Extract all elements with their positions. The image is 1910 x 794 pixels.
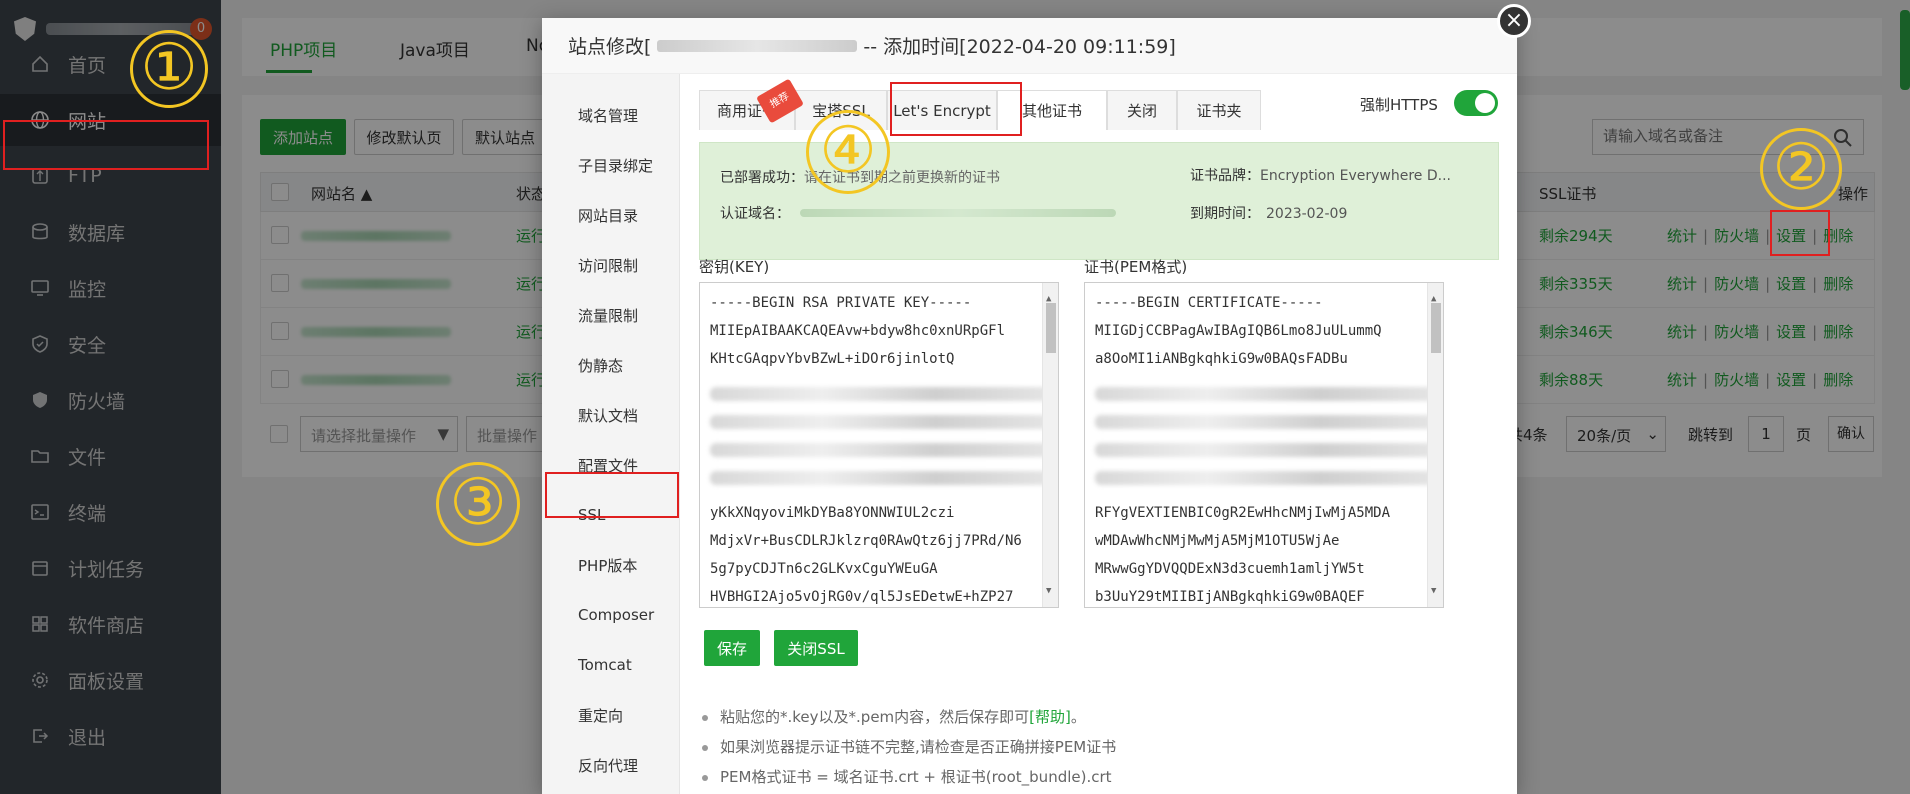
tip1-text: 粘贴您的*.key以及*.pem内容，然后保存即可 (720, 708, 1030, 726)
annotation-highlight-website-nav (3, 120, 209, 170)
force-https-toggle[interactable] (1454, 90, 1498, 116)
modal-title: 站点修改[ -- 添加时间[2022-04-20 09:11:59] (542, 18, 1517, 74)
modal-nav-item[interactable]: 重定向 (542, 690, 680, 740)
key-line: yKkXNqyoviMkDYBa8YONNWIUL2czi (710, 505, 955, 521)
help-link[interactable]: [帮助] (1029, 708, 1071, 726)
cert-scrollbar[interactable]: ▲ ▼ (1427, 283, 1443, 607)
cert-line: a8OoMI1iANBgkqhkiG9w0BAQsFADBu (1095, 351, 1348, 367)
brand-label: 证书品牌： (1190, 168, 1260, 184)
ssl-tab[interactable]: 证书夹 (1177, 90, 1261, 130)
redacted-line (710, 387, 1048, 401)
redacted-line (710, 415, 1048, 429)
modal-nav-item[interactable]: 流量限制 (542, 290, 680, 340)
key-textarea[interactable]: -----BEGIN RSA PRIVATE KEY----- MIIEpAIB… (699, 282, 1059, 608)
key-line: HVBHGI2Ajo5vOjRG0v/ql5JsEDetwE+hZP27 (710, 589, 1014, 605)
key-line: MdjxVr+BusCDLRJklzrq0RAwQtz6jj7PRd/N6 (710, 533, 1022, 549)
annotation-step-one: ① (130, 30, 208, 108)
tip1-suffix: 。 (1070, 708, 1086, 726)
ssl-tab[interactable]: 关闭 (1107, 90, 1177, 130)
cert-textarea[interactable]: -----BEGIN CERTIFICATE----- MIIGDjCCBPag… (1084, 282, 1444, 608)
domain-redacted (800, 209, 1116, 217)
key-line: -----BEGIN RSA PRIVATE KEY----- (710, 295, 972, 311)
cert-label: 证书(PEM格式) (1084, 258, 1188, 276)
brand-value: Encryption Everywhere D... (1260, 168, 1451, 184)
key-line: 5g7pyCDJTn6c2GLKvxCguYWEuGA (710, 561, 938, 577)
domain-label: 认证域名： (720, 206, 790, 222)
close-ssl-button[interactable]: 关闭SSL (774, 630, 858, 666)
expire-label: 到期时间： (1190, 206, 1260, 222)
key-line: MIIEpAIBAAKCAQEAvw+bdyw8hc0xnURpGFl (710, 323, 1006, 339)
tip-item: 如果浏览器提示证书链不完整,请检查是否正确拼接PEM证书 (698, 732, 1498, 762)
modal-nav-item[interactable]: 防盗链 (542, 790, 680, 794)
save-button[interactable]: 保存 (704, 630, 760, 666)
modal-nav-item[interactable]: Composer (542, 590, 680, 640)
modal-nav-item[interactable]: 访问限制 (542, 240, 680, 290)
modal-title-suffix: -- 添加时间[2022-04-20 09:11:59] (863, 36, 1176, 58)
modal-nav-item[interactable]: PHP版本 (542, 540, 680, 590)
redacted-line (1095, 443, 1433, 457)
redacted-line (1095, 387, 1433, 401)
modal-nav-item[interactable]: Tomcat (542, 640, 680, 690)
modal-title-prefix: 站点修改[ (568, 36, 652, 58)
cert-line: MIIGDjCCBPagAwIBAgIQB6Lmo8JuULummQ (1095, 323, 1382, 339)
deployed-label: 已部署成功： (720, 170, 804, 186)
modal-nav-item[interactable]: 默认文档 (542, 390, 680, 440)
cert-line: wMDAwWhcNMjMwMjA5MjM1OTU5WjAe (1095, 533, 1340, 549)
modal-nav-item[interactable]: 域名管理 (542, 90, 680, 140)
modal-nav-item[interactable]: 伪静态 (542, 340, 680, 390)
key-scrollbar[interactable]: ▲ ▼ (1042, 283, 1058, 607)
expire-value: 2023-02-09 (1266, 206, 1348, 222)
annotation-step-two: ② (1760, 128, 1842, 210)
modal-nav-item[interactable]: 子目录绑定 (542, 140, 680, 190)
modal-close-button[interactable]: × (1497, 4, 1531, 38)
redacted-line (710, 471, 1048, 485)
annotation-highlight-ssl (545, 472, 679, 518)
ssl-tips: 粘贴您的*.key以及*.pem内容，然后保存即可[帮助]。 如果浏览器提示证书… (698, 702, 1498, 792)
redacted-line (1095, 415, 1433, 429)
cert-line: RFYgVEXTIENBIC0gR2EwHhcNMjIwMjA5MDA (1095, 505, 1391, 521)
annotation-highlight-lets-encrypt (890, 82, 1022, 136)
key-line: KHtcGAqpvYbvBZwL+iDOr6jinlotQ (710, 351, 955, 367)
annotation-step-four: ④ (806, 110, 890, 194)
site-edit-modal: 站点修改[ -- 添加时间[2022-04-20 09:11:59] 域名管理 子目… (542, 18, 1517, 794)
site-name-redacted (657, 39, 858, 52)
redacted-line (1095, 471, 1433, 485)
annotation-highlight-settings (1770, 210, 1830, 256)
modal-nav-item[interactable]: 反向代理 (542, 740, 680, 790)
cert-line: -----BEGIN CERTIFICATE----- (1095, 295, 1323, 311)
modal-nav-item[interactable]: 网站目录 (542, 190, 680, 240)
cert-line: MRwwGgYDVQQDExN3d3cuemh1amljYW5t (1095, 561, 1365, 577)
key-label: 密钥(KEY) (699, 258, 770, 276)
tip-item: 粘贴您的*.key以及*.pem内容，然后保存即可[帮助]。 (698, 702, 1498, 732)
force-https-label: 强制HTTPS (1360, 96, 1438, 114)
redacted-line (710, 443, 1048, 457)
cert-line: b3UuY29tMIIBIjANBgkqhkiG9w0BAQEF (1095, 589, 1365, 605)
annotation-step-three: ③ (436, 462, 520, 546)
tip-item: PEM格式证书 = 域名证书.crt + 根证书(root_bundle).cr… (698, 762, 1498, 792)
